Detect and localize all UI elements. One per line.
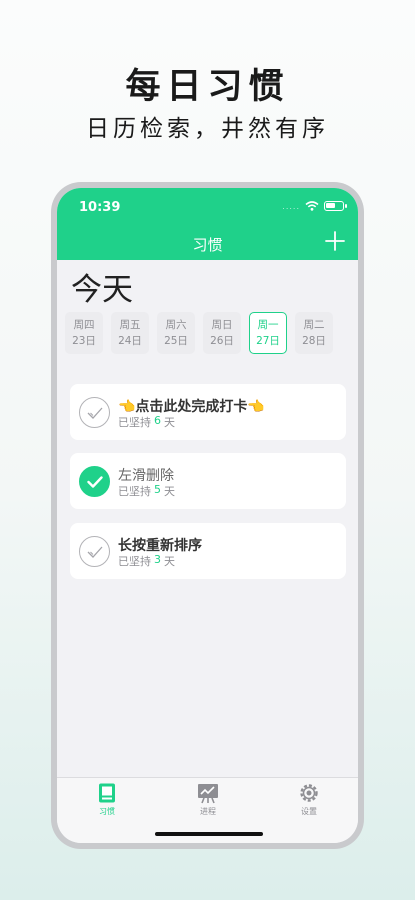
streak-suffix: 天 bbox=[164, 485, 175, 498]
date-cell[interactable]: 周四 23日 bbox=[65, 312, 103, 354]
date-day: 23日 bbox=[72, 335, 96, 347]
habit-name: 👈点击此处完成打卡👈 bbox=[118, 399, 265, 415]
status-icons: ..... bbox=[282, 201, 347, 211]
tab-label: 习惯 bbox=[99, 807, 115, 816]
streak-suffix: 天 bbox=[164, 416, 175, 429]
wifi-icon bbox=[305, 201, 319, 211]
date-weekday: 周六 bbox=[165, 319, 187, 331]
date-day: 25日 bbox=[164, 335, 188, 347]
habit-icon bbox=[99, 783, 115, 803]
habit-card[interactable]: 👈点击此处完成打卡👈 已坚持 6 天 bbox=[70, 384, 346, 440]
habit-card[interactable]: 左滑删除 已坚持 5 天 bbox=[70, 453, 346, 509]
tab-progress[interactable]: 进程 bbox=[178, 782, 238, 817]
habit-name: 左滑删除 bbox=[118, 468, 174, 484]
tab-label: 进程 bbox=[200, 807, 216, 816]
gear-icon bbox=[300, 784, 318, 802]
checkin-button[interactable] bbox=[79, 536, 110, 567]
app-header: 10:39 ..... 习惯 bbox=[57, 188, 358, 260]
date-day: 24日 bbox=[118, 335, 142, 347]
phone-frame: 10:39 ..... 习惯 今天 周四 23日 周五 24日 周六 25日 周… bbox=[51, 182, 364, 849]
streak-prefix: 已坚持 bbox=[118, 416, 151, 429]
checkin-button-done[interactable] bbox=[79, 466, 110, 497]
check-icon bbox=[87, 476, 103, 488]
nav-title: 习惯 bbox=[192, 236, 223, 254]
signal-icon: ..... bbox=[282, 201, 300, 211]
date-weekday: 周二 bbox=[303, 319, 325, 331]
promo-title: 每日习惯 bbox=[125, 66, 290, 107]
date-weekday: 周日 bbox=[211, 319, 233, 331]
streak-prefix: 已坚持 bbox=[118, 485, 151, 498]
date-day: 26日 bbox=[210, 335, 234, 347]
habit-streak: 已坚持 5 天 bbox=[118, 483, 175, 499]
streak-suffix: 天 bbox=[164, 555, 175, 568]
promo-subtitle: 日历检索，井然有序 bbox=[86, 116, 329, 142]
tab-label: 设置 bbox=[301, 807, 317, 816]
habit-name: 长按重新排序 bbox=[118, 538, 202, 554]
date-cell-selected[interactable]: 周一 27日 bbox=[249, 312, 287, 354]
date-weekday: 周一 bbox=[257, 319, 279, 331]
streak-count: 6 bbox=[154, 414, 161, 427]
add-habit-button[interactable] bbox=[324, 230, 346, 252]
date-cell[interactable]: 周日 26日 bbox=[203, 312, 241, 354]
home-indicator[interactable] bbox=[155, 832, 263, 836]
app-screen: 10:39 ..... 习惯 今天 周四 23日 周五 24日 周六 25日 周… bbox=[57, 188, 358, 843]
today-title: 今天 bbox=[71, 272, 133, 308]
battery-icon bbox=[324, 201, 347, 211]
habit-streak: 已坚持 3 天 bbox=[118, 553, 175, 569]
date-day: 28日 bbox=[302, 335, 326, 347]
streak-count: 5 bbox=[154, 483, 161, 496]
habit-card[interactable]: 长按重新排序 已坚持 3 天 bbox=[70, 523, 346, 579]
habit-streak: 已坚持 6 天 bbox=[118, 414, 175, 430]
date-cell[interactable]: 周六 25日 bbox=[157, 312, 195, 354]
check-icon bbox=[87, 407, 103, 419]
date-cell[interactable]: 周二 28日 bbox=[295, 312, 333, 354]
date-day: 27日 bbox=[256, 335, 280, 347]
date-cell[interactable]: 周五 24日 bbox=[111, 312, 149, 354]
tab-habits[interactable]: 习惯 bbox=[77, 782, 137, 817]
status-time: 10:39 bbox=[79, 200, 121, 215]
streak-prefix: 已坚持 bbox=[118, 555, 151, 568]
date-weekday: 周四 bbox=[73, 319, 95, 331]
tab-settings[interactable]: 设置 bbox=[279, 782, 339, 817]
date-strip[interactable]: 周四 23日 周五 24日 周六 25日 周日 26日 周一 27日 周二 28… bbox=[57, 312, 333, 354]
checkin-button[interactable] bbox=[79, 397, 110, 428]
progress-chart-icon bbox=[198, 784, 218, 804]
date-weekday: 周五 bbox=[119, 319, 141, 331]
streak-count: 3 bbox=[154, 553, 161, 566]
check-icon bbox=[87, 546, 103, 558]
